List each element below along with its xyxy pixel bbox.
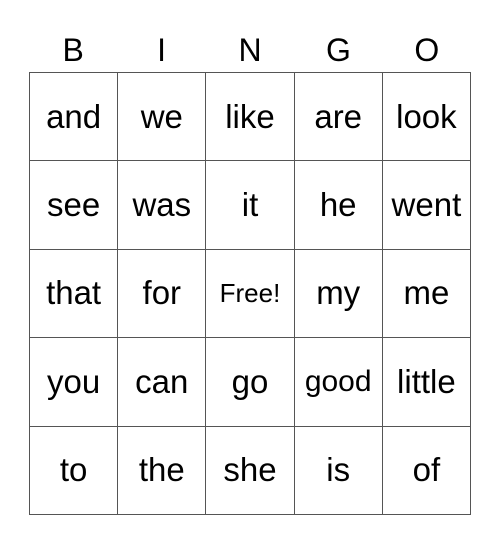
header-letter-n: N — [238, 32, 262, 68]
bingo-cell[interactable]: we — [118, 73, 207, 162]
header-letter-g: G — [325, 32, 351, 68]
bingo-cell[interactable]: she — [206, 426, 295, 515]
bingo-cell[interactable]: see — [30, 161, 119, 250]
header-letter-o: O — [414, 32, 440, 68]
bingo-cell[interactable]: go — [206, 338, 295, 427]
bingo-cell[interactable]: my — [294, 249, 383, 339]
bingo-cell[interactable]: of — [382, 426, 471, 515]
bingo-cell[interactable]: can — [118, 338, 207, 427]
bingo-cell[interactable]: was — [118, 161, 207, 250]
bingo-cell[interactable]: look — [382, 73, 471, 162]
bingo-cell[interactable]: it — [206, 161, 295, 250]
bingo-cell[interactable]: like — [206, 73, 295, 162]
bingo-cell[interactable]: to — [30, 426, 119, 515]
bingo-cell[interactable]: went — [382, 161, 471, 250]
bingo-cell[interactable]: he — [294, 161, 383, 250]
bingo-cell[interactable]: and — [30, 73, 119, 162]
bingo-cell[interactable]: you — [30, 338, 119, 427]
bingo-cell[interactable]: for — [118, 249, 207, 339]
bingo-cell[interactable]: good — [294, 338, 383, 427]
bingo-cell[interactable]: that — [30, 249, 119, 339]
header-letter-i: I — [157, 32, 167, 68]
free-space-cell[interactable]: Free! — [206, 249, 295, 339]
bingo-cell[interactable]: little — [382, 338, 471, 427]
bingo-cell[interactable]: the — [118, 426, 207, 515]
bingo-cell[interactable]: me — [382, 249, 471, 339]
bingo-cell[interactable]: are — [294, 73, 383, 162]
bingo-board: and we like are look see was it he went … — [29, 72, 471, 515]
bingo-cell[interactable]: is — [294, 426, 383, 515]
header-letter-b: B — [62, 32, 84, 68]
bingo-header: B I N G O — [29, 28, 471, 72]
